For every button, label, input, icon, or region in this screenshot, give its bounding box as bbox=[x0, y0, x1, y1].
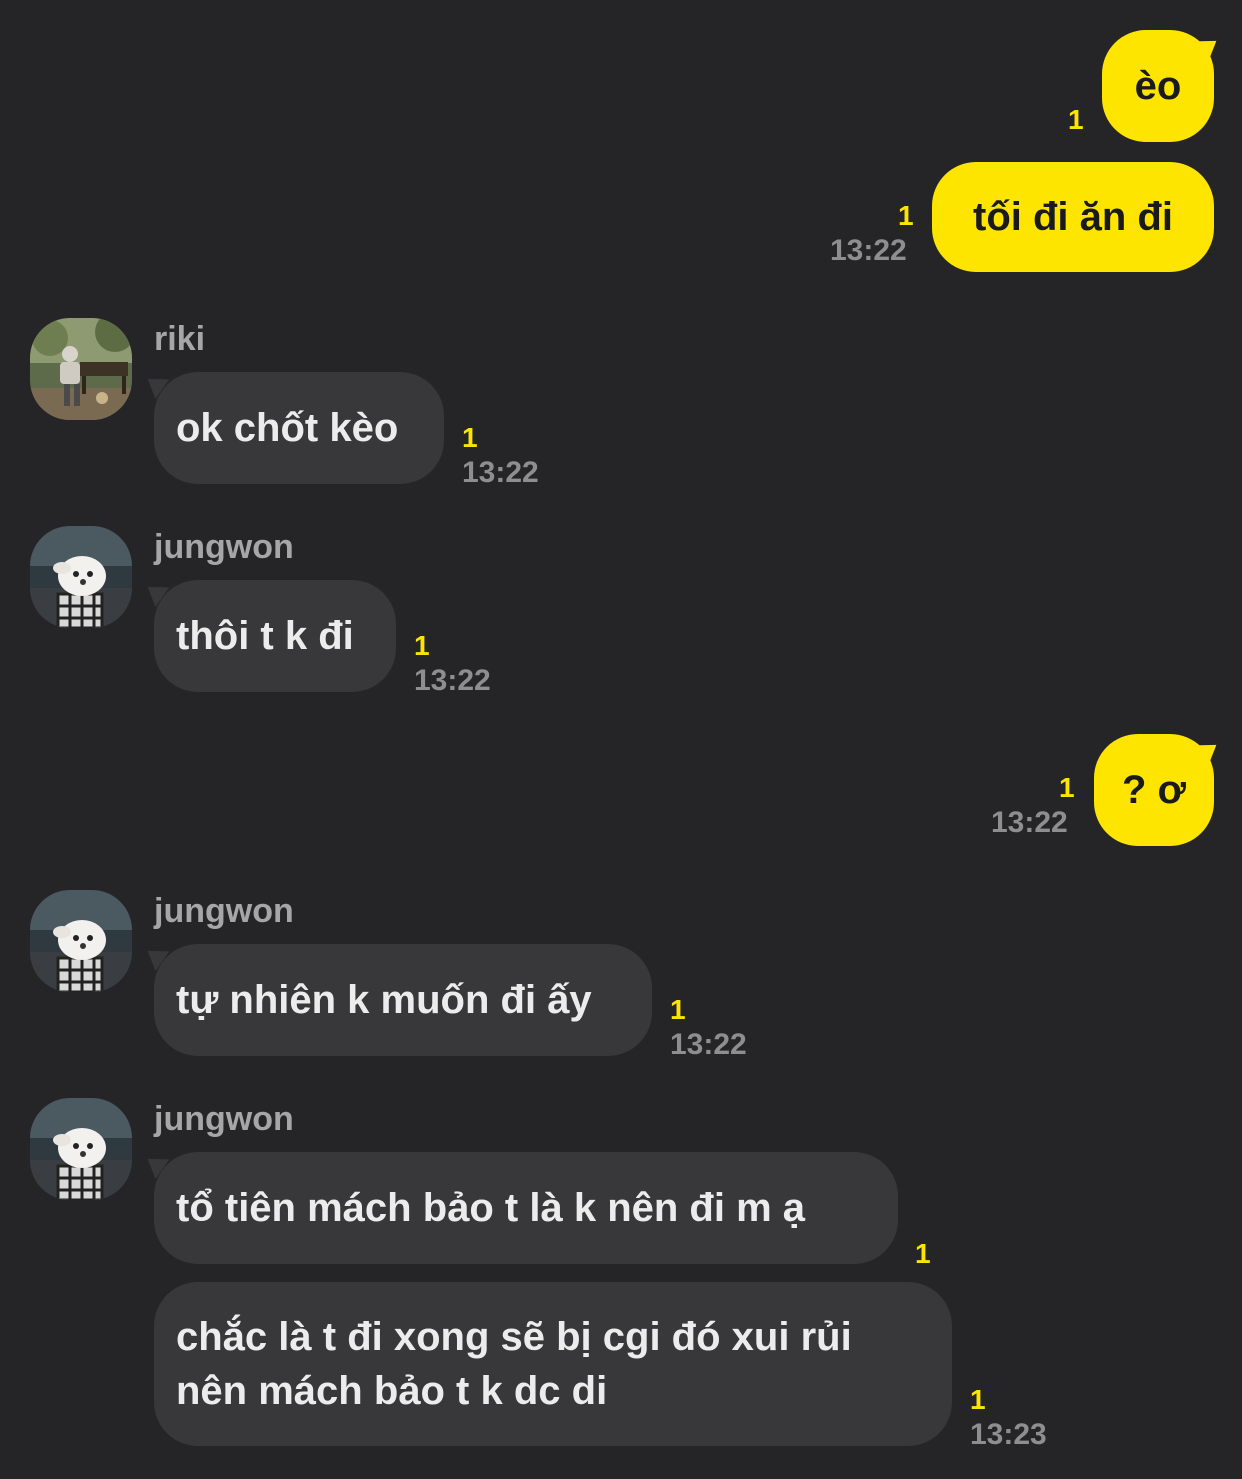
message-bubble-incoming[interactable]: chắc là t đi xong sẽ bị cgi đó xui rủi n… bbox=[154, 1282, 952, 1446]
white-dog-photo-icon bbox=[30, 890, 132, 992]
message-bubble-incoming[interactable]: ok chốt kèo bbox=[154, 372, 444, 484]
message-text: chắc là t đi xong sẽ bị cgi đó xui rủi n… bbox=[176, 1315, 852, 1413]
message-bubble-incoming[interactable]: tự nhiên k muốn đi ấy bbox=[154, 944, 652, 1056]
message-bubble-outgoing[interactable]: èo bbox=[1102, 30, 1214, 142]
white-dog-photo-icon bbox=[30, 526, 132, 628]
unread-count: 1 bbox=[1068, 104, 1084, 135]
message-bubble-incoming[interactable]: thôi t k đi bbox=[154, 580, 396, 692]
park-bench-photo-icon bbox=[30, 318, 132, 420]
unread-count: 1 bbox=[462, 422, 478, 453]
message-text: tự nhiên k muốn đi ấy bbox=[176, 977, 592, 1022]
avatar-jungwon[interactable] bbox=[30, 1098, 132, 1200]
unread-count: 1 bbox=[1059, 772, 1075, 803]
message-text: thôi t k đi bbox=[176, 613, 354, 658]
avatar-jungwon[interactable] bbox=[30, 526, 132, 628]
message-timestamp: 13:23 bbox=[970, 1418, 1047, 1451]
message-timestamp: 13:22 bbox=[670, 1028, 747, 1061]
avatar-jungwon[interactable] bbox=[30, 890, 132, 992]
unread-count: 1 bbox=[970, 1384, 986, 1415]
message-text: ? ơ bbox=[1122, 767, 1186, 812]
unread-count: 1 bbox=[898, 200, 914, 231]
message-text: ok chốt kèo bbox=[176, 405, 399, 450]
message-text: tối đi ăn đi bbox=[973, 194, 1173, 239]
message-bubble-outgoing[interactable]: tối đi ăn đi bbox=[932, 162, 1214, 272]
message-bubble-outgoing[interactable]: ? ơ bbox=[1094, 734, 1214, 846]
message-text: tổ tiên mách bảo t là k nên đi m ạ bbox=[176, 1185, 806, 1230]
unread-count: 1 bbox=[670, 994, 686, 1025]
sender-name: jungwon bbox=[154, 1100, 294, 1138]
white-dog-photo-icon bbox=[30, 1098, 132, 1200]
message-timestamp: 13:22 bbox=[830, 234, 907, 267]
message-timestamp: 13:22 bbox=[414, 664, 491, 697]
avatar-riki[interactable] bbox=[30, 318, 132, 420]
sender-name: jungwon bbox=[154, 892, 294, 930]
message-text: èo bbox=[1134, 63, 1182, 108]
message-timestamp: 13:22 bbox=[991, 806, 1068, 839]
sender-name: riki bbox=[154, 320, 206, 358]
message-timestamp: 13:22 bbox=[462, 456, 539, 489]
message-bubble-incoming[interactable]: tổ tiên mách bảo t là k nên đi m ạ bbox=[154, 1152, 898, 1264]
unread-count: 1 bbox=[915, 1238, 931, 1269]
unread-count: 1 bbox=[414, 630, 430, 661]
sender-name: jungwon bbox=[154, 528, 294, 566]
